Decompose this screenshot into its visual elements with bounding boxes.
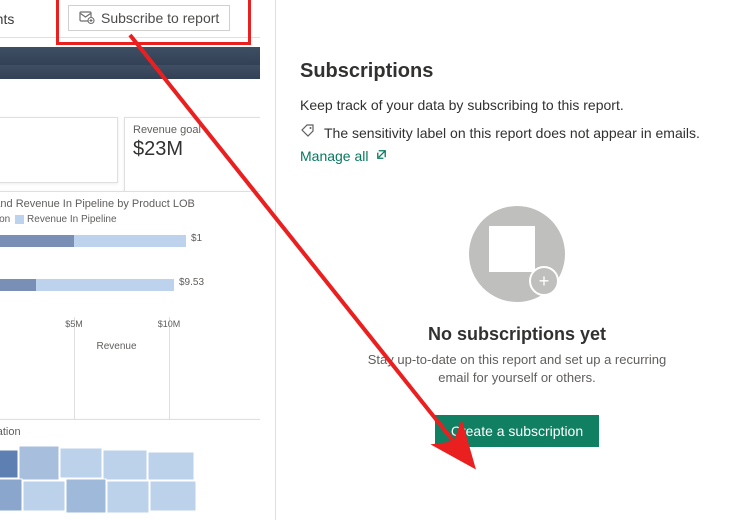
us-map-icon [0, 438, 239, 520]
panel-title: Subscriptions [300, 60, 734, 83]
empty-state-icon: + [469, 206, 565, 302]
plus-icon: + [529, 266, 559, 296]
chart-title: on and Revenue In Pipeline by Product LO… [0, 198, 254, 210]
legend-label: Von [0, 214, 10, 225]
kpi-value: $23M [133, 138, 253, 161]
legend-swatch-pipeline [15, 215, 24, 224]
manage-all-link[interactable]: Manage all [300, 148, 388, 164]
bar-row: $9.53 [0, 275, 254, 313]
header-strip [0, 47, 260, 65]
tag-icon [300, 123, 316, 142]
sensitivity-text: The sensitivity label on this report doe… [324, 125, 700, 141]
kpi-tile-revenue-goal: Revenue goal $23M [124, 117, 260, 195]
subscribe-to-report-button[interactable]: Subscribe to report [68, 5, 230, 31]
empty-state-description: Stay up-to-date on this report and set u… [357, 351, 677, 387]
bar-end-label: $9.53 [179, 277, 204, 288]
bar-row: $1 [0, 231, 254, 269]
toolbar: nsights Subscribe to report [0, 0, 260, 38]
chart-x-axis-label: Revenue [0, 341, 254, 352]
map-tile[interactable]: Location [0, 419, 260, 520]
create-subscription-button[interactable]: Create a subscription [435, 415, 599, 447]
map-title: Location [0, 426, 254, 438]
empty-state-title: No subscriptions yet [300, 324, 734, 345]
bar-end-label: $1 [191, 233, 202, 244]
legend-label: Revenue In Pipeline [27, 214, 117, 225]
report-canvas: Revenue goal $23M on and Revenue In Pipe… [0, 47, 260, 520]
kpi-label: Revenue goal [133, 124, 253, 136]
subscribe-button-label: Subscribe to report [101, 10, 219, 26]
empty-state: + No subscriptions yet Stay up-to-date o… [300, 206, 734, 447]
panel-description: Keep track of your data by subscribing t… [300, 97, 734, 113]
subscriptions-panel: Subscriptions Keep track of your data by… [275, 0, 753, 520]
manage-all-label: Manage all [300, 148, 369, 164]
bar-chart-tile[interactable]: on and Revenue In Pipeline by Product LO… [0, 191, 260, 425]
external-link-icon [375, 148, 388, 164]
sensitivity-notice: The sensitivity label on this report doe… [300, 123, 734, 142]
axis-tick: $10M [158, 319, 181, 329]
header-strip [0, 65, 260, 79]
axis-tick: $5M [65, 319, 83, 329]
tab-insights[interactable]: nsights [0, 11, 22, 27]
kpi-tile-blank [0, 117, 118, 183]
chart-legend: Von Revenue In Pipeline [0, 214, 254, 225]
subscribe-icon [79, 9, 95, 28]
chart-x-axis: $0M $5M $10M [0, 319, 254, 335]
